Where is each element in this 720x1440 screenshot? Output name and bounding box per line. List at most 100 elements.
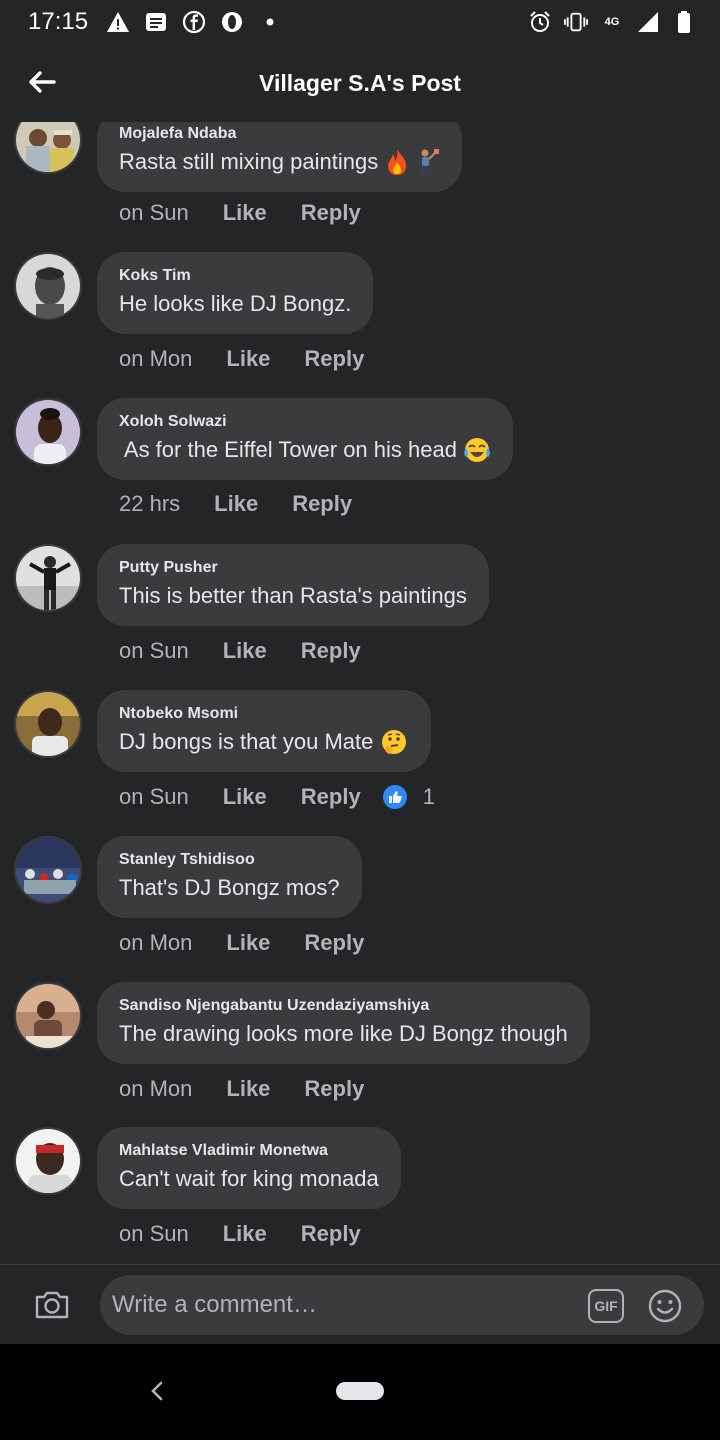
like-button[interactable]: Like xyxy=(226,1076,270,1102)
comment-text-row: As for the Eiffel Tower on his head xyxy=(119,436,491,464)
comment-time[interactable]: on Mon xyxy=(119,930,192,956)
comment-time[interactable]: on Mon xyxy=(119,346,192,372)
comment-time[interactable]: on Sun xyxy=(119,1221,189,1247)
comment-composer: GIF xyxy=(0,1264,720,1344)
status-notification-icons xyxy=(106,10,282,34)
comment-author[interactable]: Koks Tim xyxy=(119,266,351,286)
comment-author[interactable]: Mojalefa Ndaba xyxy=(119,124,440,144)
comment-meta: on Sun Like Reply xyxy=(119,200,361,226)
comment-text: This is better than Rasta's paintings xyxy=(119,583,467,608)
comment-meta: 22 hrs Like Reply xyxy=(119,491,352,517)
fire-emoji-icon xyxy=(388,149,407,175)
nav-back-button[interactable] xyxy=(142,1376,172,1406)
avatar[interactable] xyxy=(14,690,82,758)
person-painting-emoji-icon xyxy=(421,149,440,175)
comment-text: DJ bongs is that you Mate xyxy=(119,729,374,754)
reply-button[interactable]: Reply xyxy=(292,491,352,517)
comment-text: As for the Eiffel Tower on his head xyxy=(119,437,457,462)
reply-button[interactable]: Reply xyxy=(301,1221,361,1247)
comment-meta: on Mon Like Reply xyxy=(119,1076,364,1102)
chevron-left-icon xyxy=(151,1381,163,1401)
reply-button[interactable]: Reply xyxy=(301,200,361,226)
comment-text: The drawing looks more like DJ Bongz tho… xyxy=(119,1021,568,1046)
comment-bubble[interactable]: Mahlatse Vladimir Monetwa Can't wait for… xyxy=(97,1127,401,1209)
back-button[interactable] xyxy=(22,62,62,102)
like-button[interactable]: Like xyxy=(226,930,270,956)
emoji-button[interactable] xyxy=(646,1287,684,1325)
comment-meta: on Mon Like Reply xyxy=(119,346,364,372)
comment-author[interactable]: Ntobeko Msomi xyxy=(119,704,409,724)
comment-meta: on Mon Like Reply xyxy=(119,930,364,956)
like-button[interactable]: Like xyxy=(226,346,270,372)
gif-button[interactable]: GIF xyxy=(588,1289,624,1323)
comment-text-row: DJ bongs is that you Mate xyxy=(119,728,409,756)
comment-text-row: That's DJ Bongz mos? xyxy=(119,874,340,902)
comment-bubble[interactable]: Mojalefa Ndaba Rasta still mixing painti… xyxy=(97,122,463,192)
like-button[interactable]: Like xyxy=(223,200,267,226)
opera-icon xyxy=(220,10,244,34)
reaction-count[interactable]: 1 xyxy=(423,784,435,810)
status-bar: 17:15 4G xyxy=(0,0,720,44)
comment-bubble[interactable]: Sandiso Njengabantu Uzendaziyamshiya The… xyxy=(97,982,590,1064)
comment-text: He looks like DJ Bongz. xyxy=(119,291,352,316)
status-system-icons: 4G xyxy=(528,10,696,34)
avatar[interactable] xyxy=(14,836,82,904)
camera-button[interactable] xyxy=(32,1285,72,1325)
comment-author[interactable]: Sandiso Njengabantu Uzendaziyamshiya xyxy=(119,996,568,1016)
thinking-emoji-icon xyxy=(382,730,407,754)
reply-button[interactable]: Reply xyxy=(304,346,364,372)
comment-text: That's DJ Bongz mos? xyxy=(119,875,340,900)
like-button[interactable]: Like xyxy=(223,1221,267,1247)
like-button[interactable]: Like xyxy=(214,491,258,517)
vibrate-icon xyxy=(564,10,588,34)
dot-icon xyxy=(258,10,282,34)
avatar[interactable] xyxy=(14,252,82,320)
comment-meta: on Sun Like Reply xyxy=(119,638,361,664)
message-icon xyxy=(144,10,168,34)
comment-text-row: Rasta still mixing paintings xyxy=(119,148,440,176)
comment-bubble[interactable]: Putty Pusher This is better than Rasta's… xyxy=(97,544,489,626)
like-button[interactable]: Like xyxy=(223,784,267,810)
avatar[interactable] xyxy=(14,398,82,466)
warning-icon xyxy=(106,10,130,34)
comment-author[interactable]: Mahlatse Vladimir Monetwa xyxy=(119,1141,379,1161)
comment-text: Rasta still mixing paintings xyxy=(119,149,379,174)
comment-author[interactable]: Xoloh Solwazi xyxy=(119,412,491,432)
arrow-left-icon xyxy=(29,71,56,93)
alarm-icon xyxy=(528,10,552,34)
comment-bubble[interactable]: Ntobeko Msomi DJ bongs is that you Mate xyxy=(97,690,432,772)
comment-meta: on Sun Like Reply 1 xyxy=(119,784,435,810)
thumbs-up-icon[interactable] xyxy=(382,785,407,809)
signal-icon xyxy=(636,10,660,34)
comment-author[interactable]: Stanley Tshidisoo xyxy=(119,850,340,870)
reply-button[interactable]: Reply xyxy=(301,638,361,664)
avatar[interactable] xyxy=(14,544,82,612)
comment-bubble[interactable]: Stanley Tshidisoo That's DJ Bongz mos? xyxy=(97,836,362,918)
comment-time[interactable]: on Sun xyxy=(119,200,189,226)
comment-text-row: He looks like DJ Bongz. xyxy=(119,290,351,318)
reply-button[interactable]: Reply xyxy=(301,784,361,810)
comment-time[interactable]: on Sun xyxy=(119,784,189,810)
app-header: Villager S.A's Post xyxy=(0,44,720,122)
comment-bubble[interactable]: Koks Tim He looks like DJ Bongz. xyxy=(97,252,374,334)
comment-bubble[interactable]: Xoloh Solwazi As for the Eiffel Tower on… xyxy=(97,398,513,480)
comments-list[interactable]: Mojalefa Ndaba Rasta still mixing painti… xyxy=(0,122,720,1264)
network-icon: 4G xyxy=(604,16,620,28)
avatar[interactable] xyxy=(14,1127,82,1195)
comment-author[interactable]: Putty Pusher xyxy=(119,558,467,578)
comment-time[interactable]: 22 hrs xyxy=(119,491,180,517)
avatar[interactable] xyxy=(14,122,82,174)
comment-time[interactable]: on Sun xyxy=(119,638,189,664)
like-button[interactable]: Like xyxy=(223,638,267,664)
facebook-icon xyxy=(182,10,206,34)
home-pill-icon[interactable] xyxy=(336,1382,384,1400)
reply-button[interactable]: Reply xyxy=(304,930,364,956)
comment-text-row: This is better than Rasta's paintings xyxy=(119,582,467,610)
reply-button[interactable]: Reply xyxy=(304,1076,364,1102)
comment-meta: on Sun Like Reply xyxy=(119,1221,361,1247)
comment-time[interactable]: on Mon xyxy=(119,1076,192,1102)
avatar[interactable] xyxy=(14,982,82,1050)
system-nav-bar xyxy=(0,1344,720,1440)
emoji-icon xyxy=(648,1289,682,1323)
comment-text-row: Can't wait for king monada xyxy=(119,1165,379,1193)
